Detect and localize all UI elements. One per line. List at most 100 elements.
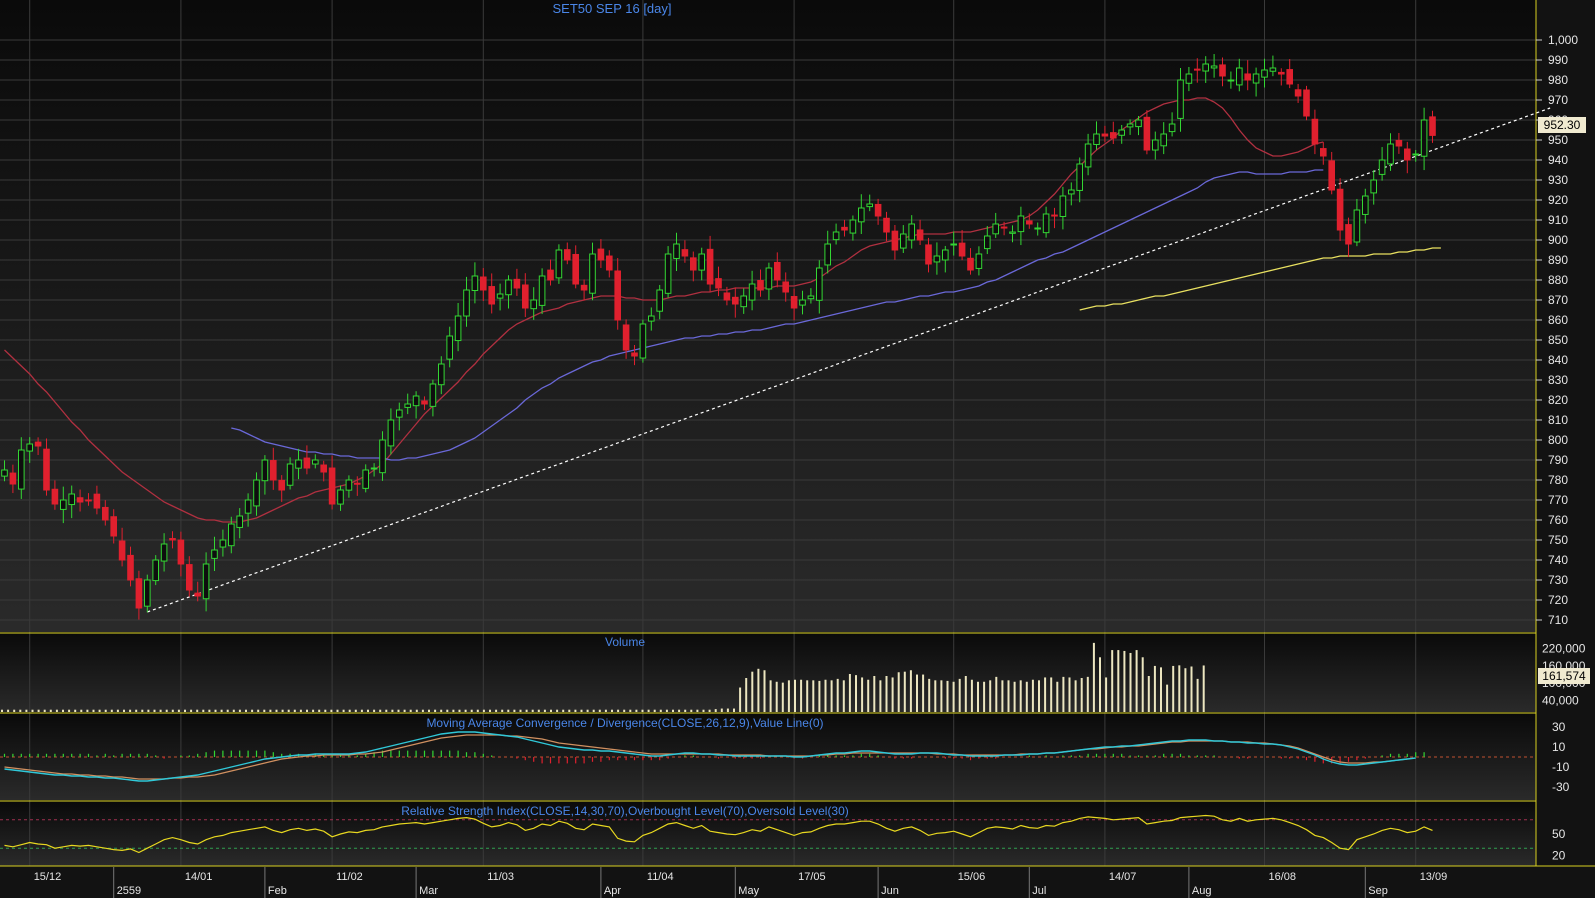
price-tick-label: 810 [1548,413,1568,427]
candle-body [1110,132,1117,139]
candle-body [908,223,916,241]
candle-body [505,279,512,296]
candle-body [471,275,479,291]
candle-body [236,515,243,528]
price-tick-label: 710 [1548,613,1568,627]
candle-body [412,395,420,407]
price-tick-label: 840 [1548,353,1568,367]
date-label: 11/03 [487,871,514,883]
candle-body [748,283,756,301]
candle-body [9,472,17,485]
candle-body [1252,73,1260,84]
candle-body [404,403,411,408]
candle-body [782,281,790,293]
price-tick-label: 980 [1548,73,1568,87]
price-tick-label: 970 [1548,93,1568,107]
price-tick-label: 780 [1548,473,1568,487]
candle-body [1420,119,1428,157]
candle-body [76,497,84,503]
candle-body [93,493,101,509]
candle-body [866,203,874,208]
candle-body [538,275,546,306]
candle-body [1042,213,1050,234]
candle-body [698,253,706,271]
candle-body [555,249,563,279]
candle-body [396,409,403,418]
candle-body [580,284,588,291]
candle-body [891,230,899,251]
price-tick-label: 760 [1548,513,1568,527]
candle-body [681,249,689,257]
candle-body [177,539,185,565]
candle-body [354,482,361,485]
candle-body [303,457,311,469]
candle-body [446,335,453,360]
candle-body [110,516,118,537]
candle-body [774,261,781,281]
candle-body [1387,143,1394,165]
candle-body [127,554,134,581]
price-tick-label: 860 [1548,313,1568,327]
candle-body [984,235,991,250]
candle-body [1286,69,1294,85]
candle-body [60,499,67,510]
candle-body [1395,139,1403,147]
price-tick-label: 870 [1548,293,1568,307]
candle-body [144,579,151,607]
candle-body [958,242,966,257]
candle-body [648,315,655,322]
volume-panel-title: Volume [605,635,645,649]
candle-body [1160,133,1168,147]
candle-body [312,459,319,465]
volume-last-value-label: 161,574 [1542,669,1586,683]
candle-body [1429,116,1436,136]
candle-body [1278,71,1285,75]
volume-panel-background [0,634,1536,712]
price-tick-label: 910 [1548,213,1568,227]
candle-body [925,244,932,265]
candle-body [270,460,277,481]
candle-body [1076,163,1084,191]
candle-body [799,299,806,306]
candle-body [1328,160,1336,191]
candle-body [673,243,680,259]
price-tick-label: 920 [1548,193,1568,207]
candle-body [622,324,630,351]
candle-body [1009,231,1016,234]
candle-body [1269,67,1277,72]
candle-body [1294,89,1302,97]
candle-body [1311,118,1319,145]
candle-body [1051,214,1058,217]
volume-tick-label: 220,000 [1542,642,1586,656]
candle-body [1194,68,1201,71]
date-label: 11/02 [336,871,363,883]
candle-body [1126,123,1134,128]
candle-body [1404,148,1411,161]
candle-body [85,499,92,502]
candle-body [328,467,336,505]
month-label: Jun [881,885,899,897]
candle-body [1177,79,1184,119]
candle-body [43,448,50,491]
candle-body [1068,189,1075,195]
candle-body [1370,179,1378,194]
candle-body [757,280,764,291]
candle-body [1034,227,1042,230]
price-tick-label: 830 [1548,373,1568,387]
price-tick-label: 850 [1548,333,1568,347]
price-tick-label: 820 [1548,393,1568,407]
date-label: 16/08 [1269,871,1297,883]
candle-body [438,363,445,386]
chart-title: SET50 SEP 16 [day] [553,1,672,16]
candle-body [706,248,714,285]
candle-body [1084,143,1092,168]
candle-body [1059,195,1067,217]
macd-tick-label: -30 [1552,780,1570,794]
candle-body [102,506,109,521]
candle-body [1202,63,1210,72]
candle-body [530,299,538,310]
candle-body [816,267,823,301]
candle-body [723,292,731,301]
date-label: 17/05 [798,871,826,883]
month-label: Apr [604,885,621,897]
